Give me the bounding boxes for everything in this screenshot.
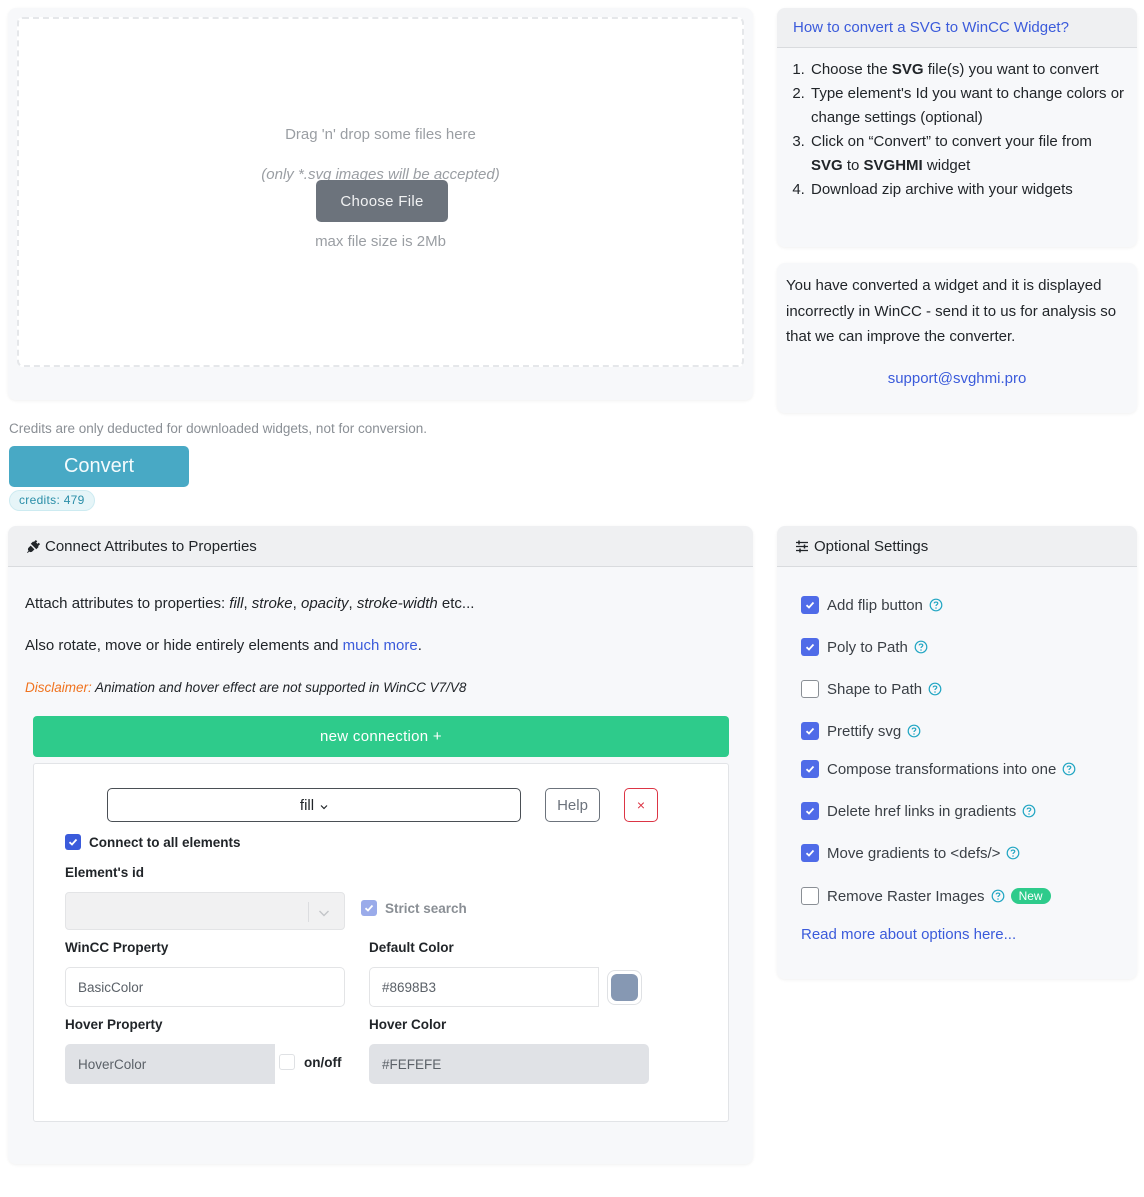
connection-item: fill Help × Connect to all elements Elem… [33,763,729,1122]
chevron-down-icon [318,905,330,922]
remove-connection-button[interactable]: × [624,788,658,822]
option-checkbox[interactable]: Shape to Path [801,680,942,698]
color-picker[interactable] [607,970,642,1005]
checkbox-checked[interactable] [801,844,819,862]
credits-note: Credits are only deducted for downloaded… [9,421,427,436]
credits-badge: credits: 479 [9,490,95,511]
help-circle-icon[interactable] [991,889,1005,903]
checkbox-unchecked[interactable] [801,887,819,905]
option-checkbox[interactable]: Add flip button [801,596,943,614]
color-swatch [611,974,638,1001]
howto-step: Download zip archive with your widgets [809,178,1125,202]
checkbox-unchecked[interactable] [801,680,819,698]
checkbox-checked[interactable] [801,638,819,656]
read-more-link[interactable]: Read more about options here... [801,926,1016,943]
help-circle-icon[interactable] [928,682,942,696]
checkbox-checked[interactable] [801,722,819,740]
new-badge: New [1010,888,1051,904]
option-checkbox[interactable]: Remove Raster Images New [801,887,1051,905]
attach-description: Attach attributes to properties: fill, s… [25,595,475,612]
max-file-size-note: max file size is 2Mb [315,233,446,250]
optional-settings-panel: Optional Settings Add flip button Poly to… [777,526,1137,979]
checkbox-checked[interactable] [361,900,377,916]
option-checkbox[interactable]: Prettify svg [801,722,921,740]
howto-panel: How to convert a SVG to WinCC Widget? Ch… [777,8,1137,247]
hover-property-label: Hover Property [65,1017,163,1032]
select-separator [308,902,309,922]
disclaimer-label: Disclaimer: [25,680,92,695]
wincc-property-label: WinCC Property [65,940,169,955]
howto-step: Click on “Convert” to convert your file … [809,130,1125,178]
option-checkbox[interactable]: Move gradients to <defs/> [801,844,1020,862]
settings-title: Optional Settings [814,537,929,555]
upload-panel: Drag 'n' drop some files here (only *.sv… [8,8,753,400]
hover-onoff-checkbox[interactable]: on/off [279,1054,341,1070]
howto-step: Type element's Id you want to change col… [809,82,1125,130]
option-label: Add flip button [827,596,923,614]
default-color-input[interactable]: #8698B3 [369,967,599,1007]
attribute-select[interactable]: fill [107,788,521,822]
default-color-label: Default Color [369,940,454,955]
attribute-value: fill [299,796,315,814]
help-circle-icon[interactable] [1006,846,1020,860]
connect-all-checkbox[interactable]: Connect to all elements [65,834,241,850]
checkbox-checked[interactable] [65,834,81,850]
option-label: Shape to Path [827,680,923,698]
checkbox-checked[interactable] [801,760,819,778]
option-checkbox[interactable]: Poly to Path [801,638,928,656]
hover-property-input[interactable]: HoverColor [65,1044,275,1084]
option-label: Remove Raster Images [827,887,985,905]
option-label: Prettify svg [827,722,902,740]
chevron-down-icon [320,797,328,814]
howto-header: How to convert a SVG to WinCC Widget? [777,8,1137,48]
support-email-link[interactable]: support@svghmi.pro [786,366,1128,392]
checkbox-unchecked[interactable] [279,1054,295,1070]
connect-title: Connect Attributes to Properties [45,537,257,555]
hover-color-label: Hover Color [369,1017,447,1032]
wincc-property-input[interactable]: BasicColor [65,967,345,1007]
option-label: Delete href links in gradients [827,802,1017,820]
help-circle-icon[interactable] [929,598,943,612]
settings-header: Optional Settings [777,526,1137,567]
help-circle-icon[interactable] [907,724,921,738]
help-circle-icon[interactable] [1062,762,1076,776]
support-text: You have converted a widget and it is di… [786,277,1117,345]
sliders-icon [794,538,810,554]
hover-color-input[interactable]: #FEFEFE [369,1044,649,1084]
new-connection-button[interactable]: new connection + [33,716,729,757]
disclaimer: Disclaimer: Animation and hover effect a… [25,680,467,695]
option-label: Poly to Path [827,638,908,656]
element-id-label: Element's id [65,865,144,880]
option-label: Move gradients to <defs/> [827,844,1001,862]
support-panel: You have converted a widget and it is di… [777,263,1137,413]
help-circle-icon[interactable] [1022,804,1036,818]
checkbox-checked[interactable] [801,596,819,614]
connect-header: Connect Attributes to Properties [8,526,753,567]
much-more-link[interactable]: much more [343,637,418,654]
help-button[interactable]: Help [545,788,600,822]
plug-icon [25,538,41,554]
strict-search-checkbox[interactable]: Strict search [361,900,467,916]
howto-title[interactable]: How to convert a SVG to WinCC Widget? [793,19,1069,36]
choose-file-button[interactable]: Choose File [316,180,448,222]
checkbox-checked[interactable] [801,802,819,820]
convert-button[interactable]: Convert [9,446,189,487]
dropzone-instruction: Drag 'n' drop some files here [285,126,476,143]
howto-steps: Choose the SVG file(s) you want to conve… [777,48,1137,202]
howto-step: Choose the SVG file(s) you want to conve… [809,58,1125,82]
file-dropzone[interactable]: Drag 'n' drop some files here (only *.sv… [17,17,744,367]
option-label: Compose transformations into one [827,760,1057,778]
option-checkbox[interactable]: Delete href links in gradients [801,802,1036,820]
element-id-select[interactable] [65,892,345,930]
help-circle-icon[interactable] [914,640,928,654]
option-checkbox[interactable]: Compose transformations into one [801,760,1076,778]
also-description: Also rotate, move or hide entirely eleme… [25,637,422,654]
